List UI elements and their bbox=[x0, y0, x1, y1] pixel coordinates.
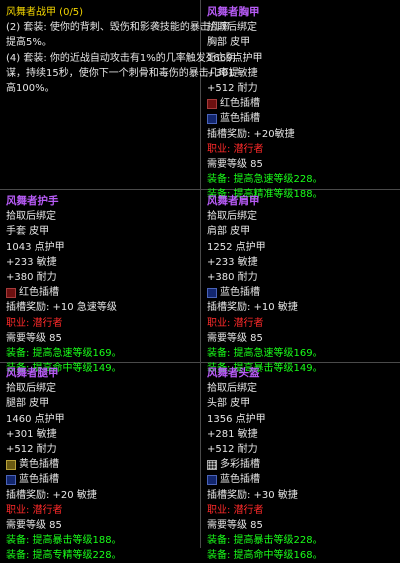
level-requirement: 需要等级 85 bbox=[6, 519, 62, 531]
item-name: 风舞者胸甲 bbox=[207, 6, 260, 18]
class-requirement: 职业: 潜行者 bbox=[207, 143, 264, 155]
bind-type: 拾取后绑定 bbox=[207, 383, 257, 395]
bind-type: 拾取后绑定 bbox=[6, 211, 56, 223]
armor-value: 1043 点护甲 bbox=[6, 241, 65, 253]
stat-stamina: +380 耐力 bbox=[6, 271, 57, 283]
stat-agility: +281 敏捷 bbox=[207, 428, 258, 440]
socket-meta: 多彩插槽 bbox=[207, 457, 323, 472]
socket-label: 黄色插槽 bbox=[19, 459, 59, 471]
blue-socket-icon bbox=[207, 474, 217, 485]
meta-socket-icon bbox=[207, 459, 217, 470]
level-requirement: 需要等级 85 bbox=[207, 158, 263, 170]
class-requirement: 职业: 潜行者 bbox=[207, 504, 264, 516]
class-requirement: 职业: 潜行者 bbox=[6, 317, 63, 329]
item-slot: 头部 皮甲 bbox=[207, 398, 251, 410]
socket-label: 蓝色插槽 bbox=[220, 113, 260, 125]
item-name: 风舞者腿甲 bbox=[6, 367, 59, 379]
stat-stamina: +512 耐力 bbox=[207, 443, 258, 455]
socket-blue: 蓝色插槽 bbox=[6, 472, 122, 487]
equip-effect: 装备: 提高急速等级169。 bbox=[207, 347, 323, 359]
socket-yellow: 黄色插槽 bbox=[6, 457, 122, 472]
red-socket-icon bbox=[207, 98, 217, 109]
socket-red: 红色插槽 bbox=[207, 96, 323, 111]
equip-effect: 装备: 提高急速等级169。 bbox=[6, 347, 122, 359]
armor-value: 1356 点护甲 bbox=[207, 413, 266, 425]
bind-type: 拾取后绑定 bbox=[207, 211, 257, 223]
armor-value: 1252 点护甲 bbox=[207, 241, 266, 253]
stat-stamina: +512 耐力 bbox=[207, 82, 258, 94]
set-bonus-line: 高100%。 bbox=[6, 82, 55, 94]
armor-value: 1460 点护甲 bbox=[6, 413, 65, 425]
socket-blue: 蓝色插槽 bbox=[207, 472, 323, 487]
item-slot: 手套 皮甲 bbox=[6, 226, 50, 238]
item-name: 风舞者护手 bbox=[6, 195, 59, 207]
socket-bonus: 插槽奖励: +10 急速等级 bbox=[6, 302, 117, 314]
equip-effect: 装备: 提高急速等级228。 bbox=[207, 174, 323, 186]
equip-effect: 装备: 提高专精等级228。 bbox=[6, 550, 122, 562]
class-requirement: 职业: 潜行者 bbox=[207, 317, 264, 329]
blue-socket-icon bbox=[207, 113, 217, 124]
socket-label: 多彩插槽 bbox=[220, 459, 260, 471]
set-bonus-panel: 风舞者战甲 (0/5) (2) 套装: 使你的背刺、毁伤和影袭技能的暴击几率 提… bbox=[6, 5, 239, 96]
bind-type: 拾取后绑定 bbox=[207, 22, 257, 34]
socket-label: 蓝色插槽 bbox=[220, 287, 260, 299]
tooltip-shoulder: 风舞者肩甲 拾取后绑定 肩部 皮甲 1252 点护甲 +233 敏捷 +380 … bbox=[207, 194, 323, 376]
set-bonus-line: 提高5%。 bbox=[6, 37, 52, 49]
socket-label: 蓝色插槽 bbox=[19, 474, 59, 486]
socket-bonus: 插槽奖励: +20 敏捷 bbox=[6, 489, 97, 501]
tooltip-chest: 风舞者胸甲 拾取后绑定 胸部 皮甲 1669点护甲 +301 敏捷 +512 耐… bbox=[207, 5, 323, 202]
set-bonus-line: (2) 套装: 使你的背刺、毁伤和影袭技能的暴击几率 bbox=[6, 22, 230, 34]
tooltip-head: 风舞者头盔 拾取后绑定 头部 皮甲 1356 点护甲 +281 敏捷 +512 … bbox=[207, 366, 323, 563]
class-requirement: 职业: 潜行者 bbox=[6, 504, 63, 516]
set-bonus-line: (4) 套装: 你的近战自动攻击有1%的几率触发死亡阴 bbox=[6, 52, 236, 64]
stat-stamina: +380 耐力 bbox=[207, 271, 258, 283]
item-name: 风舞者肩甲 bbox=[207, 195, 260, 207]
socket-label: 红色插槽 bbox=[19, 287, 59, 299]
stat-agility: +233 敏捷 bbox=[6, 256, 57, 268]
item-slot: 肩部 皮甲 bbox=[207, 226, 251, 238]
bind-type: 拾取后绑定 bbox=[6, 383, 56, 395]
socket-bonus: 插槽奖励: +10 敏捷 bbox=[207, 302, 298, 314]
blue-socket-icon bbox=[6, 474, 16, 485]
socket-red: 红色插槽 bbox=[6, 285, 122, 300]
item-slot: 腿部 皮甲 bbox=[6, 398, 50, 410]
yellow-socket-icon bbox=[6, 459, 16, 470]
level-requirement: 需要等级 85 bbox=[207, 332, 263, 344]
stat-agility: +233 敏捷 bbox=[207, 256, 258, 268]
socket-label: 蓝色插槽 bbox=[220, 474, 260, 486]
row-divider-1 bbox=[0, 189, 400, 190]
socket-bonus: 插槽奖励: +30 敏捷 bbox=[207, 489, 298, 501]
level-requirement: 需要等级 85 bbox=[6, 332, 62, 344]
equip-effect: 装备: 提高命中等级168。 bbox=[207, 550, 323, 562]
item-slot: 胸部 皮甲 bbox=[207, 37, 251, 49]
blue-socket-icon bbox=[207, 287, 217, 298]
level-requirement: 需要等级 85 bbox=[207, 519, 263, 531]
set-title: 风舞者战甲 (0/5) bbox=[6, 7, 84, 18]
equip-effect: 装备: 提高暴击等级188。 bbox=[6, 535, 122, 547]
tooltip-legs: 风舞者腿甲 拾取后绑定 腿部 皮甲 1460 点护甲 +301 敏捷 +512 … bbox=[6, 366, 122, 563]
stat-agility: +301 敏捷 bbox=[207, 67, 258, 79]
tooltip-hands: 风舞者护手 拾取后绑定 手套 皮甲 1043 点护甲 +233 敏捷 +380 … bbox=[6, 194, 122, 376]
socket-bonus: 插槽奖励: +20敏捷 bbox=[207, 128, 295, 140]
stat-agility: +301 敏捷 bbox=[6, 428, 57, 440]
socket-blue: 蓝色插槽 bbox=[207, 285, 323, 300]
vertical-divider bbox=[200, 0, 201, 548]
red-socket-icon bbox=[6, 287, 16, 298]
item-name: 风舞者头盔 bbox=[207, 367, 260, 379]
socket-label: 红色插槽 bbox=[220, 98, 260, 110]
armor-value: 1669点护甲 bbox=[207, 52, 263, 64]
set-bonus-line: 谋，持续15秒，使你下一个刺骨和毒伤的暴击几率提 bbox=[6, 67, 239, 79]
equip-effect: 装备: 提高暴击等级228。 bbox=[207, 535, 323, 547]
socket-blue: 蓝色插槽 bbox=[207, 111, 323, 126]
stat-stamina: +512 耐力 bbox=[6, 443, 57, 455]
